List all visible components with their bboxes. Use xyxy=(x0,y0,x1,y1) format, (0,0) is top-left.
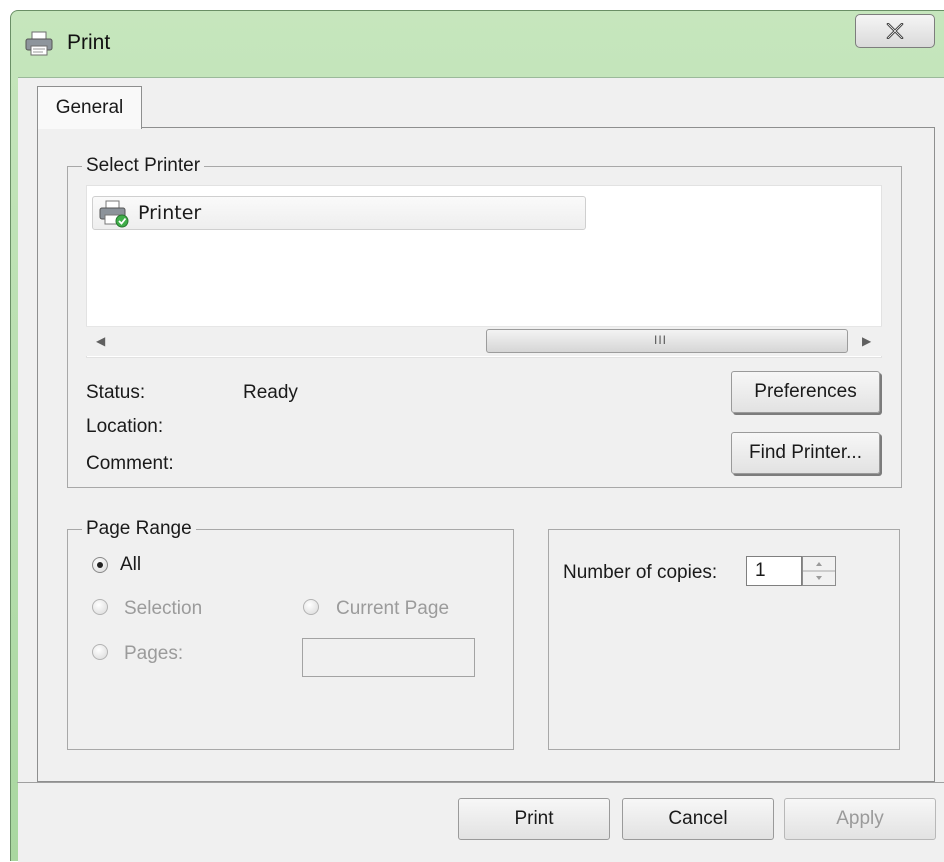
pages-input[interactable] xyxy=(302,638,475,677)
preferences-button[interactable]: Preferences xyxy=(731,371,880,413)
status-label: Status: xyxy=(86,382,146,403)
scroll-right-arrow-icon[interactable]: ▶ xyxy=(862,334,871,348)
printer-list-scrollbar[interactable]: ◀ III ▶ xyxy=(86,326,882,356)
radio-selection[interactable] xyxy=(92,599,108,615)
radio-pages[interactable] xyxy=(92,644,108,660)
printer-name: Printer xyxy=(138,202,202,224)
radio-selection-label[interactable]: Selection xyxy=(124,598,202,620)
tab-general[interactable]: General xyxy=(37,86,142,129)
printer-ready-icon xyxy=(97,200,131,228)
stepper-up-icon xyxy=(816,562,822,566)
radio-all-label[interactable]: All xyxy=(120,554,141,576)
page-range-legend: Page Range xyxy=(82,518,196,540)
title-bar[interactable]: Print xyxy=(11,11,944,77)
copies-input[interactable]: 1 xyxy=(746,556,802,586)
scrollbar-thumb[interactable]: III xyxy=(486,329,848,353)
radio-current-page-label[interactable]: Current Page xyxy=(336,598,449,620)
scroll-left-arrow-icon[interactable]: ◀ xyxy=(96,334,105,348)
comment-label: Comment: xyxy=(86,453,174,474)
radio-current-page[interactable] xyxy=(303,599,319,615)
find-printer-button[interactable]: Find Printer... xyxy=(731,432,880,474)
printer-list-item[interactable]: Printer xyxy=(92,196,586,230)
location-label: Location: xyxy=(86,416,164,437)
printer-icon xyxy=(24,31,54,57)
stepper-down-icon xyxy=(816,576,822,580)
status-value: Ready xyxy=(243,382,298,403)
copies-stepper[interactable] xyxy=(802,556,836,586)
radio-pages-label[interactable]: Pages: xyxy=(124,643,183,665)
apply-button[interactable]: Apply xyxy=(784,798,936,840)
close-button[interactable] xyxy=(855,14,935,48)
select-printer-legend: Select Printer xyxy=(82,155,205,177)
close-icon xyxy=(886,23,904,39)
cancel-button[interactable]: Cancel xyxy=(622,798,774,840)
scrollbar-grip: III xyxy=(654,333,668,347)
radio-all[interactable] xyxy=(92,557,108,573)
window-title: Print xyxy=(67,31,111,54)
bottom-separator xyxy=(17,782,944,783)
copies-label: Number of copies: xyxy=(563,562,718,583)
print-button[interactable]: Print xyxy=(458,798,610,840)
